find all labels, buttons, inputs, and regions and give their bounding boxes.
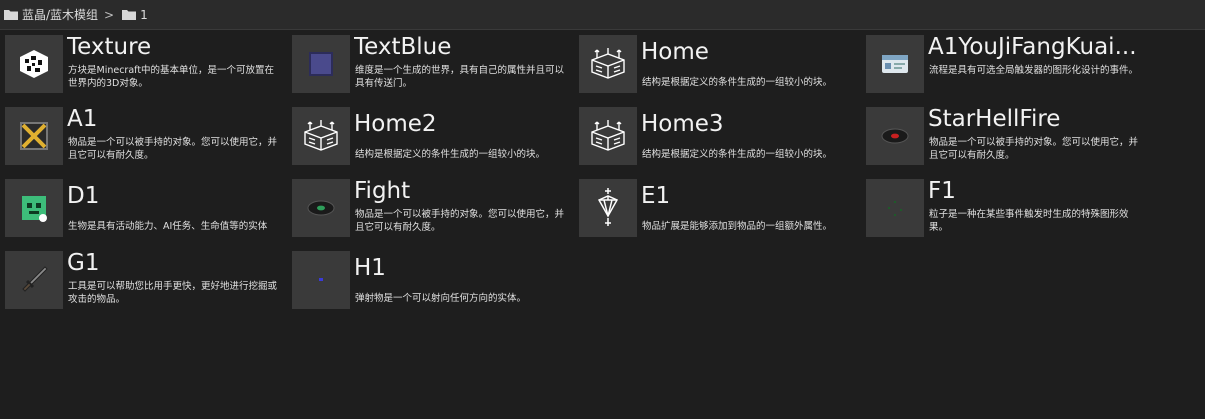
- breadcrumb-segment-current[interactable]: 1: [140, 8, 148, 22]
- element-description: 生物是具有活动能力、AI任务、生命值等的实体: [68, 221, 268, 232]
- element-title: Home2: [354, 111, 437, 137]
- particle-icon: [866, 179, 924, 237]
- item-disc-icon: [866, 107, 924, 165]
- item-icon: [5, 107, 63, 165]
- element-tile-starhellfire[interactable]: StarHellFire 物品是一个可以被手持的对象。您可以使用它，并且它可以有…: [861, 102, 1148, 172]
- element-description: 粒子是一种在某些事件触发时生成的特殊图形效果。: [929, 209, 1129, 233]
- element-tile-g1[interactable]: G1 工具是可以帮助您比用手更快，更好地进行挖掘或攻击的物品。: [0, 246, 287, 316]
- element-tile-texture[interactable]: Texture 方块是Minecraft中的基本单位，是一个可放置在世界内的3D…: [0, 30, 287, 100]
- breadcrumb: 蓝晶/蓝木模组 > 1: [0, 0, 1205, 30]
- breadcrumb-segment-root[interactable]: 蓝晶/蓝木模组: [22, 6, 98, 23]
- element-description: 弹射物是一个可以射向任何方向的实体。: [355, 293, 527, 304]
- element-title: Home: [641, 39, 709, 65]
- element-title: E1: [641, 183, 671, 209]
- element-description: 流程是具有可选全局触发器的图形化设计的事件。: [929, 65, 1139, 76]
- element-tile-a1youjifangkuai[interactable]: A1YouJiFangKuai... 流程是具有可选全局触发器的图形化设计的事件…: [861, 30, 1148, 100]
- element-tile-textblue[interactable]: TextBlue 维度是一个生成的世界，具有自己的属性并且可以具有传送门。: [287, 30, 574, 100]
- element-description: 结构是根据定义的条件生成的一组较小的块。: [642, 77, 833, 88]
- element-title: TextBlue: [354, 34, 452, 60]
- element-tile-e1[interactable]: E1 物品扩展是能够添加到物品的一组额外属性。: [574, 174, 861, 244]
- tool-icon: [5, 251, 63, 309]
- structure-icon: [292, 107, 350, 165]
- element-title: A1: [67, 106, 98, 132]
- block-icon: [5, 35, 63, 93]
- element-tile-fight[interactable]: Fight 物品是一个可以被手持的对象。您可以使用它，并且它可以有耐久度。: [287, 174, 574, 244]
- element-description: 物品是一个可以被手持的对象。您可以使用它，并且它可以有耐久度。: [929, 137, 1139, 161]
- element-title: StarHellFire: [928, 106, 1061, 132]
- element-title: D1: [67, 183, 100, 209]
- item-extension-icon: [579, 179, 637, 237]
- dimension-icon: [292, 35, 350, 93]
- element-description: 物品是一个可以被手持的对象。您可以使用它，并且它可以有耐久度。: [355, 209, 565, 233]
- element-tile-f1[interactable]: F1 粒子是一种在某些事件触发时生成的特殊图形效果。: [861, 174, 1148, 244]
- element-title: A1YouJiFangKuai...: [928, 34, 1137, 60]
- element-title: H1: [354, 255, 386, 281]
- item-disc-green-icon: [292, 179, 350, 237]
- element-tile-h1[interactable]: H1 弹射物是一个可以射向任何方向的实体。: [287, 246, 574, 316]
- element-description: 物品是一个可以被手持的对象。您可以使用它，并且它可以有耐久度。: [68, 137, 278, 161]
- element-description: 结构是根据定义的条件生成的一组较小的块。: [642, 149, 833, 160]
- element-description: 物品扩展是能够添加到物品的一组额外属性。: [642, 221, 833, 232]
- element-description: 维度是一个生成的世界，具有自己的属性并且可以具有传送门。: [355, 65, 565, 89]
- element-tile-home[interactable]: Home 结构是根据定义的条件生成的一组较小的块。: [574, 30, 861, 100]
- element-title: Texture: [67, 34, 152, 60]
- structure-icon: [579, 35, 637, 93]
- breadcrumb-separator: >: [104, 7, 115, 22]
- element-title: F1: [928, 178, 956, 204]
- element-description: 结构是根据定义的条件生成的一组较小的块。: [355, 149, 546, 160]
- element-description: 工具是可以帮助您比用手更快，更好地进行挖掘或攻击的物品。: [68, 281, 278, 305]
- element-tile-a1[interactable]: A1 物品是一个可以被手持的对象。您可以使用它，并且它可以有耐久度。: [0, 102, 287, 172]
- element-title: Home3: [641, 111, 724, 137]
- folder-icon: [4, 9, 18, 20]
- projectile-icon: [292, 251, 350, 309]
- element-title: Fight: [354, 178, 411, 204]
- element-tile-d1[interactable]: D1 生物是具有活动能力、AI任务、生命值等的实体: [0, 174, 287, 244]
- procedure-icon: [866, 35, 924, 93]
- element-title: G1: [67, 250, 100, 276]
- mob-icon: [5, 179, 63, 237]
- element-tile-home3[interactable]: Home3 结构是根据定义的条件生成的一组较小的块。: [574, 102, 861, 172]
- structure-icon: [579, 107, 637, 165]
- folder-icon: [122, 9, 137, 20]
- element-tile-home2[interactable]: Home2 结构是根据定义的条件生成的一组较小的块。: [287, 102, 574, 172]
- element-description: 方块是Minecraft中的基本单位，是一个可放置在世界内的3D对象。: [68, 65, 275, 89]
